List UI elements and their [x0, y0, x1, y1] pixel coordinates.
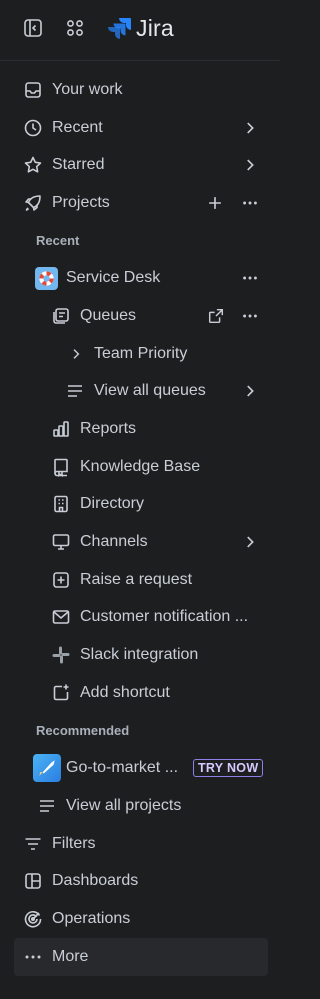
chevron-right-icon[interactable] [240, 381, 260, 401]
more-horizontal-icon[interactable] [240, 306, 260, 326]
project-go-to-market[interactable]: Go-to-market ... TRY NOW [0, 749, 280, 787]
nav-directory[interactable]: Directory [0, 486, 280, 524]
dashboard-icon [23, 871, 43, 891]
nav-raise-request[interactable]: Raise a request [0, 561, 280, 599]
star-icon [23, 155, 43, 175]
bar-chart-icon [51, 419, 71, 439]
section-heading: Recommended [36, 723, 130, 739]
list-icon [65, 381, 85, 401]
nav-view-all-queues[interactable]: View all queues [0, 373, 280, 411]
jira-logo-icon [108, 18, 131, 39]
nav-reports[interactable]: Reports [0, 410, 280, 448]
top-bar: Jira [0, 0, 280, 56]
section-recent: Recent [0, 222, 280, 260]
nav-label: Team Priority [94, 344, 188, 362]
sidebar-toggle-icon[interactable] [23, 18, 43, 38]
nav-label: Queues [80, 306, 137, 324]
go-to-market-avatar-icon [33, 754, 61, 783]
clock-icon [23, 118, 43, 138]
divider [0, 60, 280, 61]
add-shortcut-icon [51, 683, 71, 703]
envelope-icon [51, 607, 71, 627]
more-horizontal-icon [23, 947, 43, 967]
chevron-right-icon[interactable] [66, 344, 86, 364]
app-name: Jira [136, 14, 174, 41]
app-switcher-icon[interactable] [65, 18, 85, 38]
plus-icon[interactable] [205, 193, 225, 213]
nav-channels[interactable]: Channels [0, 523, 280, 561]
nav-label: Your work [52, 80, 123, 98]
nav-label: View all projects [66, 796, 182, 814]
nav-filters[interactable]: Filters [0, 825, 280, 863]
chevron-right-icon[interactable] [240, 118, 260, 138]
inbox-icon [23, 80, 43, 100]
nav-add-shortcut[interactable]: Add shortcut [0, 674, 280, 712]
try-now-badge[interactable]: TRY NOW [193, 759, 264, 778]
nav-label: Operations [52, 909, 131, 927]
nav-queues[interactable]: Queues [0, 297, 280, 335]
service-desk-avatar-icon [35, 266, 58, 290]
nav-label: Customer notification ... [80, 608, 249, 626]
operations-icon [23, 909, 43, 929]
chevron-right-icon[interactable] [240, 532, 260, 552]
nav-recent[interactable]: Recent [0, 109, 280, 147]
sidebar-nav: Your work Recent Starred Projects Recent… [0, 71, 280, 976]
project-service-desk[interactable]: Service Desk [0, 259, 280, 297]
section-recommended: Recommended [0, 712, 280, 750]
jira-logo[interactable]: Jira [108, 15, 174, 41]
book-icon [51, 457, 71, 477]
nav-label: Raise a request [80, 570, 193, 588]
nav-label: Filters [52, 834, 96, 852]
monitor-icon [51, 532, 71, 552]
queue-team-priority[interactable]: Team Priority [0, 335, 280, 373]
queue-icon [51, 306, 71, 326]
nav-label: Knowledge Base [80, 457, 201, 475]
list-icon [37, 796, 57, 816]
nav-label: Dashboards [52, 872, 139, 890]
chevron-right-icon[interactable] [240, 155, 260, 175]
nav-customer-notification[interactable]: Customer notification ... [0, 599, 280, 637]
more-horizontal-icon[interactable] [240, 268, 260, 288]
nav-knowledge-base[interactable]: Knowledge Base [0, 448, 280, 486]
more-horizontal-icon[interactable] [240, 193, 260, 213]
nav-label: Projects [52, 193, 110, 211]
section-heading: Recent [36, 233, 80, 249]
nav-slack-integration[interactable]: Slack integration [0, 636, 280, 674]
slack-icon [51, 645, 71, 665]
project-label: Service Desk [66, 269, 161, 287]
nav-label: Slack integration [80, 646, 199, 664]
nav-label: More [52, 947, 89, 965]
nav-label: Add shortcut [80, 683, 170, 701]
rocket-icon [23, 193, 43, 213]
nav-label: Channels [80, 533, 148, 551]
nav-label: Reports [80, 420, 137, 438]
building-icon [51, 494, 71, 514]
plus-square-icon [51, 570, 71, 590]
nav-operations[interactable]: Operations [0, 900, 280, 938]
nav-label: View all queues [94, 382, 206, 400]
nav-dashboards[interactable]: Dashboards [0, 862, 280, 900]
nav-your-work[interactable]: Your work [0, 71, 280, 109]
nav-view-all-projects[interactable]: View all projects [0, 787, 280, 825]
nav-more[interactable]: More [14, 937, 268, 976]
filter-icon [23, 834, 43, 854]
project-label: Go-to-market ... [66, 759, 179, 777]
nav-label: Recent [52, 118, 103, 136]
nav-label: Starred [52, 156, 105, 174]
nav-projects[interactable]: Projects [0, 184, 280, 222]
nav-label: Directory [80, 495, 145, 513]
external-link-icon[interactable] [206, 306, 226, 326]
nav-starred[interactable]: Starred [0, 146, 280, 184]
